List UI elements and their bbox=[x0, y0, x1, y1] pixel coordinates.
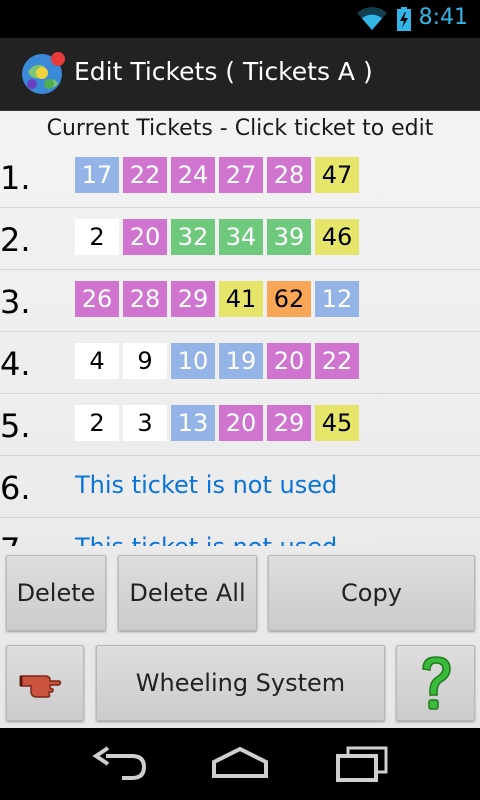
list-header: Current Tickets - Click ticket to edit bbox=[46, 116, 434, 141]
ticket-number: 3. bbox=[0, 283, 31, 321]
number-ball: 22 bbox=[123, 157, 167, 193]
ticket-number: 6. bbox=[0, 469, 31, 507]
delete-all-button[interactable]: Delete All bbox=[118, 555, 257, 631]
number-ball: 10 bbox=[171, 343, 215, 379]
question-mark-icon bbox=[421, 656, 451, 710]
number-ball: 24 bbox=[171, 157, 215, 193]
ticket-row[interactable]: 1. 17 22 24 27 28 47 bbox=[0, 146, 480, 208]
wifi-icon bbox=[357, 7, 387, 30]
number-ball: 62 bbox=[267, 281, 311, 317]
content-area: Current Tickets - Click ticket to edit 1… bbox=[0, 111, 480, 728]
number-ball: 47 bbox=[315, 157, 359, 193]
number-ball: 39 bbox=[267, 219, 311, 255]
ticket-row[interactable]: 3. 26 28 29 41 62 12 bbox=[0, 270, 480, 332]
number-ball: 12 bbox=[315, 281, 359, 317]
unused-ticket-text: This ticket is not used bbox=[75, 533, 337, 546]
page-title: Edit Tickets ( Tickets A ) bbox=[74, 57, 373, 86]
clock: 8:41 bbox=[418, 5, 468, 30]
ticket-number: 7. bbox=[0, 531, 31, 546]
pointing-hand-icon bbox=[19, 675, 62, 698]
status-bar: 8:41 bbox=[0, 0, 480, 38]
ticket-numbers: 17 22 24 27 28 47 bbox=[75, 157, 363, 193]
number-ball: 2 bbox=[75, 405, 119, 441]
number-ball: 17 bbox=[75, 157, 119, 193]
ticket-numbers: 4 9 10 19 20 22 bbox=[75, 343, 363, 379]
home-icon[interactable] bbox=[210, 746, 270, 782]
number-ball: 32 bbox=[171, 219, 215, 255]
ticket-number: 5. bbox=[0, 407, 31, 445]
number-ball: 28 bbox=[123, 281, 167, 317]
number-ball: 2 bbox=[75, 219, 119, 255]
ticket-row[interactable]: 2. 2 20 32 34 39 46 bbox=[0, 208, 480, 270]
number-ball: 20 bbox=[267, 343, 311, 379]
ticket-row[interactable]: 5. 2 3 13 20 29 45 bbox=[0, 394, 480, 456]
number-ball: 22 bbox=[315, 343, 359, 379]
number-ball: 45 bbox=[315, 405, 359, 441]
ticket-numbers: 26 28 29 41 62 12 bbox=[75, 281, 363, 317]
number-ball: 34 bbox=[219, 219, 263, 255]
ticket-number: 2. bbox=[0, 221, 31, 259]
number-ball: 13 bbox=[171, 405, 215, 441]
back-hand-button[interactable] bbox=[6, 645, 84, 721]
number-ball: 9 bbox=[123, 343, 167, 379]
ticket-list[interactable]: 1. 17 22 24 27 28 47 2. 2 20 32 34 39 46 3. 26 28 29 41 62 1… bbox=[0, 146, 480, 546]
action-bar: Edit Tickets ( Tickets A ) bbox=[0, 38, 480, 111]
number-ball: 19 bbox=[219, 343, 263, 379]
number-ball: 29 bbox=[267, 405, 311, 441]
number-ball: 28 bbox=[267, 157, 311, 193]
ticket-numbers: 2 20 32 34 39 46 bbox=[75, 219, 363, 255]
ticket-number: 4. bbox=[0, 345, 31, 383]
number-ball: 27 bbox=[219, 157, 263, 193]
navigation-bar bbox=[0, 728, 480, 800]
back-icon[interactable] bbox=[92, 746, 148, 782]
number-ball: 26 bbox=[75, 281, 119, 317]
number-ball: 41 bbox=[219, 281, 263, 317]
number-ball: 20 bbox=[219, 405, 263, 441]
number-ball: 4 bbox=[75, 343, 119, 379]
app-logo-icon[interactable] bbox=[18, 50, 68, 98]
recent-apps-icon[interactable] bbox=[334, 746, 390, 782]
copy-button[interactable]: Copy bbox=[268, 555, 475, 631]
number-ball: 29 bbox=[171, 281, 215, 317]
ticket-row[interactable]: 6. This ticket is not used bbox=[0, 456, 480, 518]
number-ball: 3 bbox=[123, 405, 167, 441]
battery-icon bbox=[397, 7, 411, 31]
ticket-row[interactable]: 4. 4 9 10 19 20 22 bbox=[0, 332, 480, 394]
help-button[interactable] bbox=[396, 645, 475, 721]
delete-button[interactable]: Delete bbox=[6, 555, 106, 631]
wheeling-system-button[interactable]: Wheeling System bbox=[96, 645, 385, 721]
number-ball: 20 bbox=[123, 219, 167, 255]
ticket-number: 1. bbox=[0, 159, 31, 197]
number-ball: 46 bbox=[315, 219, 359, 255]
ticket-row[interactable]: 7. This ticket is not used bbox=[0, 518, 480, 546]
unused-ticket-text: This ticket is not used bbox=[75, 471, 338, 499]
ticket-numbers: 2 3 13 20 29 45 bbox=[75, 405, 363, 441]
